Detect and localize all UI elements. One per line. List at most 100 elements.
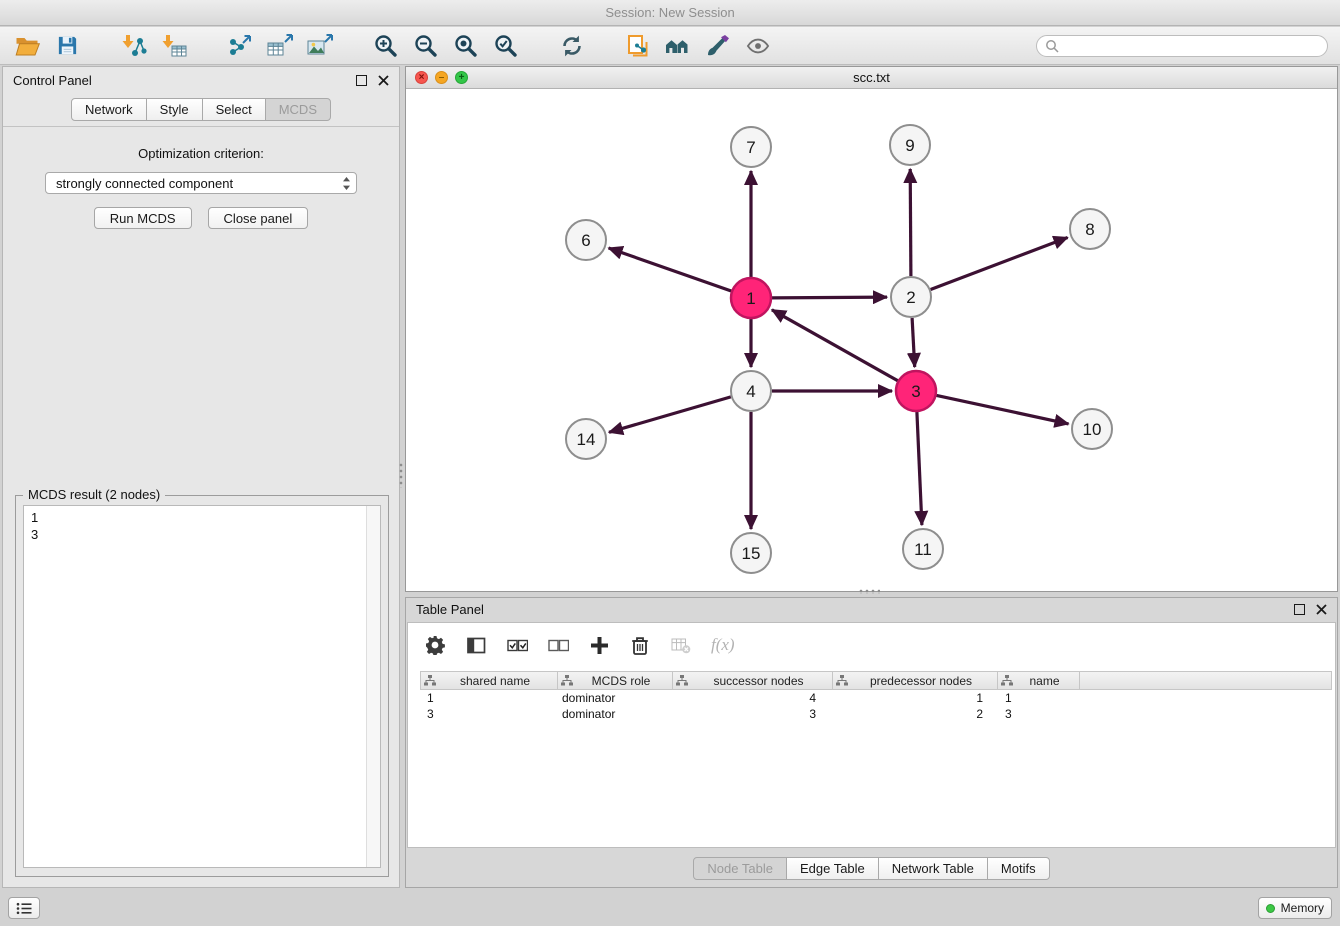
table-cell: 3: [997, 707, 1079, 721]
zoom-fit-icon[interactable]: [450, 31, 481, 61]
show-columns-icon[interactable]: [465, 633, 487, 657]
node-label-15: 15: [742, 544, 761, 563]
node-label-10: 10: [1083, 420, 1102, 439]
export-table-icon[interactable]: [264, 31, 295, 61]
main-toolbar: [0, 27, 1340, 65]
optimization-criterion-label: Optimization criterion:: [3, 146, 399, 161]
table-cell: 1: [832, 691, 997, 705]
result-scrollbar[interactable]: [366, 506, 380, 867]
save-icon[interactable]: [52, 31, 83, 61]
import-network-icon[interactable]: [118, 31, 149, 61]
horizontal-splitter-handle[interactable]: [858, 589, 880, 594]
node-label-11: 11: [914, 540, 932, 559]
deselect-all-icon[interactable]: [547, 633, 569, 657]
minimize-window-icon[interactable]: –: [435, 71, 448, 84]
table-rows: 1dominator4113dominator323: [420, 690, 1332, 722]
column-header-filler: [1080, 672, 1331, 689]
float-panel-icon[interactable]: [356, 75, 367, 86]
table-cell: 1: [420, 691, 557, 705]
close-panel-button[interactable]: Close panel: [208, 207, 309, 229]
edge-3-11[interactable]: [917, 412, 922, 525]
edge-4-14[interactable]: [609, 397, 731, 432]
table-row[interactable]: 3dominator323: [420, 706, 1332, 722]
table-row[interactable]: 1dominator411: [420, 690, 1332, 706]
column-header-name[interactable]: name: [998, 672, 1080, 689]
list-icon: [16, 902, 32, 915]
tab-style[interactable]: Style: [146, 98, 203, 121]
edge-1-6[interactable]: [609, 248, 732, 291]
export-network-icon[interactable]: [224, 31, 255, 61]
criterion-value: strongly connected component: [56, 176, 233, 191]
refresh-icon[interactable]: [556, 31, 587, 61]
select-all-icon[interactable]: [506, 633, 528, 657]
node-label-6: 6: [581, 231, 590, 250]
network-window: × – + scc.txt 7968124314101511: [405, 66, 1338, 592]
table-cell: dominator: [557, 691, 672, 705]
tab-motifs[interactable]: Motifs: [987, 857, 1050, 880]
tab-edge-table[interactable]: Edge Table: [786, 857, 879, 880]
clone-network-icon[interactable]: [622, 31, 653, 61]
tab-network[interactable]: Network: [71, 98, 147, 121]
table-cell: 4: [672, 691, 832, 705]
node-label-1: 1: [746, 289, 755, 308]
gear-icon[interactable]: [424, 633, 446, 657]
export-image-icon[interactable]: [304, 31, 335, 61]
zoom-in-icon[interactable]: [370, 31, 401, 61]
table-panel-header: Table Panel: [406, 598, 1337, 621]
add-row-icon[interactable]: [588, 633, 610, 657]
table-header-row: shared nameMCDS rolesuccessor nodesprede…: [420, 671, 1332, 690]
float-table-panel-icon[interactable]: [1294, 604, 1305, 615]
edge-2-3[interactable]: [912, 318, 915, 367]
panel-menu-button[interactable]: [8, 897, 40, 919]
table-cell: dominator: [557, 707, 672, 721]
dropdown-arrows-icon: [342, 176, 351, 191]
delete-row-icon[interactable]: [629, 633, 651, 657]
memory-status-icon: [1266, 904, 1275, 913]
table-cell: 1: [997, 691, 1079, 705]
tab-select[interactable]: Select: [202, 98, 266, 121]
edge-2-8[interactable]: [931, 238, 1068, 290]
zoom-out-icon[interactable]: [410, 31, 441, 61]
tab-node-table[interactable]: Node Table: [693, 857, 787, 880]
column-header-mcds-role[interactable]: MCDS role: [558, 672, 673, 689]
search-box[interactable]: [1036, 35, 1328, 57]
criterion-dropdown[interactable]: strongly connected component: [45, 172, 357, 194]
tab-mcds[interactable]: MCDS: [265, 98, 331, 121]
window-title: Session: New Session: [605, 5, 734, 20]
apply-style-icon[interactable]: [702, 31, 733, 61]
node-label-8: 8: [1085, 220, 1094, 239]
column-header-predecessor-nodes[interactable]: predecessor nodes: [833, 672, 998, 689]
control-panel-title: Control Panel: [13, 73, 92, 88]
zoom-selected-icon[interactable]: [490, 31, 521, 61]
table-cell: 3: [420, 707, 557, 721]
column-header-shared-name[interactable]: shared name: [421, 672, 558, 689]
close-table-panel-icon[interactable]: [1316, 604, 1327, 615]
first-neighbors-icon[interactable]: [662, 31, 693, 61]
search-input[interactable]: [1064, 39, 1319, 53]
show-hide-icon[interactable]: [742, 31, 773, 61]
status-bar: Memory: [0, 890, 1340, 926]
node-label-2: 2: [906, 288, 915, 307]
table-cell: 3: [672, 707, 832, 721]
close-panel-icon[interactable]: [378, 75, 389, 86]
edge-2-9[interactable]: [910, 169, 911, 276]
title-bar: Session: New Session: [0, 0, 1340, 26]
zoom-window-icon[interactable]: +: [455, 71, 468, 84]
column-header-successor-nodes[interactable]: successor nodes: [673, 672, 833, 689]
edge-3-10[interactable]: [937, 395, 1069, 424]
mcds-result-list[interactable]: 13: [23, 505, 381, 868]
run-mcds-button[interactable]: Run MCDS: [94, 207, 192, 229]
edge-1-2[interactable]: [772, 297, 887, 298]
memory-button[interactable]: Memory: [1258, 897, 1332, 919]
mcds-result-box: MCDS result (2 nodes) 13: [15, 495, 389, 877]
edge-3-1[interactable]: [772, 310, 898, 381]
import-table-icon[interactable]: [158, 31, 189, 61]
tab-network-table[interactable]: Network Table: [878, 857, 988, 880]
node-label-4: 4: [746, 382, 755, 401]
vertical-splitter-handle[interactable]: [399, 462, 403, 488]
node-table: shared nameMCDS rolesuccessor nodesprede…: [420, 671, 1332, 722]
graph-canvas[interactable]: 7968124314101511: [406, 90, 1337, 591]
node-label-9: 9: [905, 136, 914, 155]
open-folder-icon[interactable]: [12, 31, 43, 61]
close-window-icon[interactable]: ×: [415, 71, 428, 84]
